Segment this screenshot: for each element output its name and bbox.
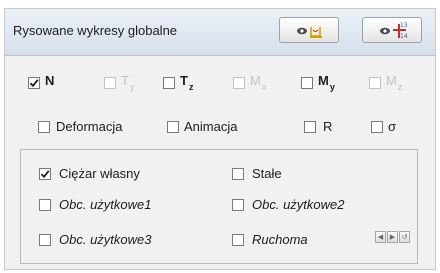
force-subscript: y	[129, 82, 135, 92]
force-symbol: T	[121, 73, 129, 88]
stress-checkbox[interactable]	[371, 121, 383, 133]
force-symbol: N	[45, 73, 55, 88]
prev-arrow-icon[interactable]: ◀	[375, 231, 386, 243]
load-case-checkbox[interactable]	[39, 168, 51, 180]
load-case-label: Obc. użytkowe1	[59, 197, 152, 212]
load-case-checkbox[interactable]	[232, 199, 244, 211]
force-mx-checkbox[interactable]	[233, 77, 245, 89]
force-my-checkbox[interactable]	[301, 77, 313, 89]
checkmark-icon	[40, 170, 50, 179]
load-case-checkbox[interactable]	[232, 234, 244, 246]
force-symbol: M	[386, 73, 397, 88]
deformation-checkbox[interactable]	[38, 121, 50, 133]
force-mz-checkbox[interactable]	[369, 77, 381, 89]
display-options-row: Deformacja Animacja R σ	[5, 118, 435, 140]
load-case-label: Obc. użytkowe2	[252, 197, 345, 212]
numbering-bottom-text: 14	[400, 33, 408, 40]
force-subscript: x	[261, 82, 267, 92]
next-arrow-icon[interactable]: ▶	[387, 231, 398, 243]
force-symbol: M	[318, 73, 329, 88]
show-numbering-button[interactable]: 13 14	[362, 17, 422, 43]
reactions-label: R	[323, 119, 333, 134]
load-case-label: Ruchoma	[252, 232, 308, 247]
force-ty-label: Ty	[121, 72, 135, 92]
panel-title: Rysowane wykresy globalne	[13, 23, 178, 38]
numbering-top-text: 13	[400, 22, 408, 29]
force-n-label: N	[45, 72, 54, 90]
force-symbol: T	[180, 73, 188, 88]
force-n-checkbox[interactable]	[28, 77, 40, 89]
force-subscript: z	[397, 82, 403, 92]
force-subscript: y	[329, 82, 335, 92]
stress-label: σ	[388, 119, 397, 134]
show-deformation-button[interactable]	[279, 17, 339, 43]
force-subscript: z	[188, 82, 194, 92]
animation-checkbox[interactable]	[167, 121, 179, 133]
load-case-checkbox[interactable]	[39, 199, 51, 211]
load-case-label: Ciężar własny	[59, 166, 140, 181]
load-case-label: Obc. użytkowe3	[59, 232, 152, 247]
eye-deformation-icon	[297, 27, 322, 38]
panel-header: Rysowane wykresy globalne 13 14	[5, 9, 435, 56]
force-tz-checkbox[interactable]	[163, 77, 175, 89]
global-diagrams-panel: Rysowane wykresy globalne 13 14 N Ty Tz Mx M…	[4, 8, 436, 270]
force-symbol: M	[250, 73, 261, 88]
force-tz-label: Tz	[180, 72, 194, 92]
deformation-label: Deformacja	[56, 119, 123, 134]
load-case-label: Stałe	[252, 166, 282, 181]
load-case-checkbox[interactable]	[39, 234, 51, 246]
force-mz-label: Mz	[386, 72, 403, 92]
checkmark-icon	[29, 79, 39, 88]
force-mx-label: Mx	[250, 72, 267, 92]
reset-icon[interactable]: ↺	[399, 231, 410, 243]
force-my-label: My	[318, 72, 335, 92]
animation-label: Animacja	[184, 119, 238, 134]
internal-forces-row: N Ty Tz Mx My Mz	[5, 73, 435, 95]
reactions-checkbox[interactable]	[304, 121, 316, 133]
force-ty-checkbox[interactable]	[104, 77, 116, 89]
eye-numbering-icon: 13 14	[380, 22, 408, 40]
load-case-checkbox[interactable]	[232, 168, 244, 180]
